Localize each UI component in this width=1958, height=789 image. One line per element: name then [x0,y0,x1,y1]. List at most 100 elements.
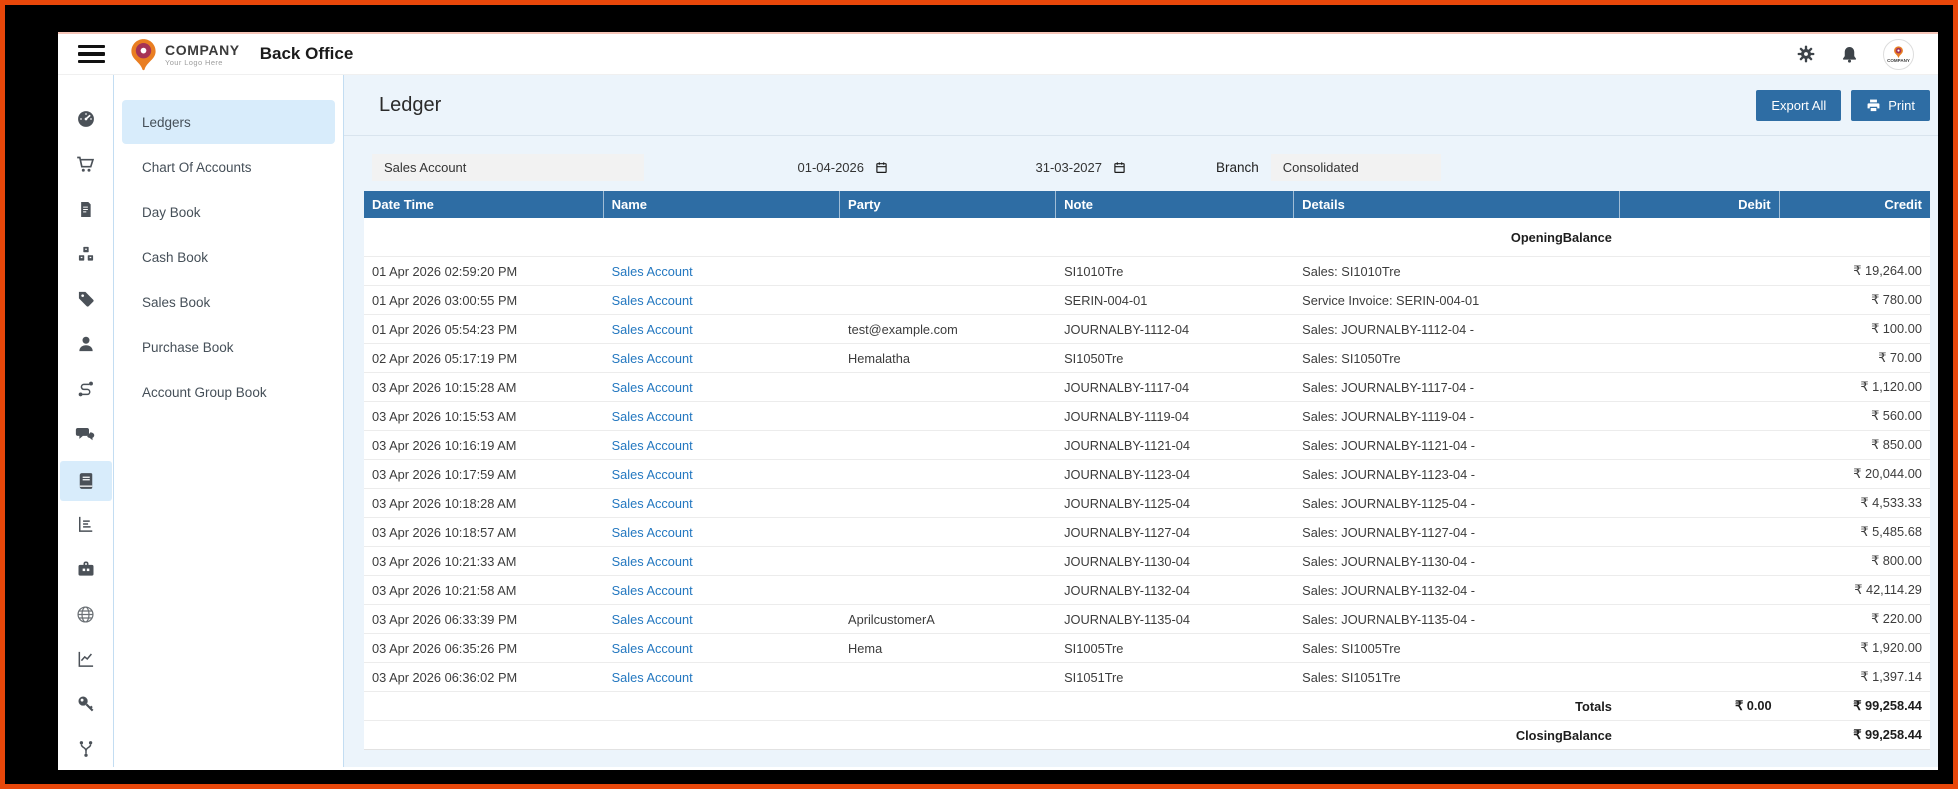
account-link[interactable]: Sales Account [612,351,693,366]
cell-datetime: 03 Apr 2026 10:16:19 AM [372,437,517,453]
opening-balance-row: OpeningBalance [364,218,1930,257]
account-link[interactable]: Sales Account [612,583,693,598]
app-window: COMPANY Your Logo Here Back Office COMPA… [58,32,1938,770]
sidebar-item-day-book[interactable]: Day Book [122,190,335,234]
rail-invoices[interactable] [63,191,109,227]
account-link[interactable]: Sales Account [612,641,693,656]
cell-name: Sales Account [604,641,840,656]
ledger-table: Date Time Name Party Note Details Debit … [364,191,1930,750]
hamburger-menu-icon[interactable] [78,41,105,68]
cell-name: Sales Account [604,467,840,482]
column-header-party[interactable]: Party [840,191,1057,218]
user-avatar[interactable]: COMPANY [1883,38,1914,70]
tag-icon [78,291,94,307]
cell-credit: ₹ 19,264.00 [1853,263,1922,278]
cell-name: Sales Account [604,322,840,337]
rail-access[interactable] [63,686,109,722]
column-header-credit[interactable]: Credit [1780,191,1930,218]
cell-note: JOURNALBY-1123-04 [1064,466,1191,482]
cell-credit: ₹ 1,920.00 [1860,640,1922,655]
sidebar-item-label: Sales Book [142,294,211,310]
cell-note: SI1051Tre [1064,669,1124,685]
sidebar-item-cash-book[interactable]: Cash Book [122,235,335,279]
sidebar-item-label: Account Group Book [142,384,267,400]
account-link[interactable]: Sales Account [612,293,693,308]
column-header-datetime[interactable]: Date Time [364,191,604,218]
cell-credit: ₹ 42,114.29 [1854,582,1922,597]
account-link[interactable]: Sales Account [612,264,693,279]
calendar-icon[interactable] [1113,161,1126,174]
account-link[interactable]: Sales Account [612,467,693,482]
export-all-button[interactable]: Export All [1756,89,1842,121]
column-header-name[interactable]: Name [604,191,841,218]
cell-datetime: 03 Apr 2026 10:15:53 AM [372,408,517,424]
table-row: 03 Apr 2026 10:21:58 AM Sales Account JO… [364,576,1930,605]
cell-details: Sales: SI1005Tre [1302,640,1401,656]
closing-balance-credit: ₹ 99,258.44 [1853,727,1922,742]
calendar-icon[interactable] [875,161,888,174]
cell-party: Hema [848,640,883,656]
sidebar-menu: Ledgers Chart Of Accounts Day Book Cash … [114,75,344,767]
account-link[interactable]: Sales Account [612,612,693,627]
rail-web[interactable] [63,596,109,632]
column-header-debit[interactable]: Debit [1620,191,1780,218]
account-link[interactable]: Sales Account [612,554,693,569]
account-link[interactable]: Sales Account [612,525,693,540]
sidebar-item-purchase-book[interactable]: Purchase Book [122,325,335,369]
print-button[interactable]: Print [1851,89,1930,121]
rail-integrations[interactable] [63,731,109,767]
cell-note: SI1010Tre [1064,263,1124,279]
sidebar-item-sales-book[interactable]: Sales Book [122,280,335,324]
brand-name: COMPANY [165,41,240,58]
rail-customers[interactable] [63,326,109,362]
cell-datetime: 03 Apr 2026 06:36:02 PM [372,669,518,685]
table-row: 03 Apr 2026 06:33:39 PM Sales Account Ap… [364,605,1930,634]
cell-datetime: 03 Apr 2026 10:18:57 AM [372,524,517,540]
cell-details: Service Invoice: SERIN-004-01 [1302,292,1480,308]
rail-pricing[interactable] [63,281,109,317]
rail-messages[interactable] [63,416,109,452]
table-row: 03 Apr 2026 06:35:26 PM Sales Account He… [364,634,1930,663]
cell-credit: ₹ 1,397.14 [1860,669,1922,684]
account-filter-input[interactable]: Sales Account [372,154,644,181]
sidebar-item-chart-of-accounts[interactable]: Chart Of Accounts [122,145,335,189]
cell-details: Sales: JOURNALBY-1127-04 - [1302,524,1476,540]
sidebar-item-account-group-book[interactable]: Account Group Book [122,370,335,414]
account-link[interactable]: Sales Account [612,438,693,453]
account-link[interactable]: Sales Account [612,670,693,685]
date-to-input[interactable]: 31-03-2027 [976,160,1126,175]
account-link[interactable]: Sales Account [612,380,693,395]
date-from-input[interactable]: 01-04-2026 [738,160,888,175]
cell-datetime: 01 Apr 2026 02:59:20 PM [372,263,518,279]
printer-icon [1867,99,1880,112]
column-header-note[interactable]: Note [1056,191,1295,218]
account-link[interactable]: Sales Account [612,409,693,424]
ledger-book-icon [79,473,92,489]
table-header-row: Date Time Name Party Note Details Debit … [364,191,1930,218]
cell-details: Sales: JOURNALBY-1130-04 - [1302,553,1476,569]
filter-bar: Sales Account 01-04-2026 31-03-2027 Bran… [372,154,1930,181]
date-from-value: 01-04-2026 [797,160,865,175]
key-icon [78,696,93,712]
account-link[interactable]: Sales Account [612,322,693,337]
rail-analytics[interactable] [63,641,109,677]
settings-gear-icon[interactable] [1796,44,1816,64]
rail-routes[interactable] [63,371,109,407]
cell-credit: ₹ 20,044.00 [1853,466,1922,481]
rail-sales[interactable] [63,146,109,182]
sidebar-item-ledgers[interactable]: Ledgers [122,100,335,144]
notifications-bell-icon[interactable] [1840,45,1859,64]
rail-ledger-books[interactable] [59,461,112,501]
cell-datetime: 03 Apr 2026 10:21:33 AM [372,553,517,569]
top-bar: COMPANY Your Logo Here Back Office COMPA… [58,32,1938,75]
rail-business[interactable] [63,551,109,587]
branch-filter-input[interactable]: Consolidated [1270,154,1441,181]
rail-dashboard[interactable] [63,101,109,137]
rail-inventory[interactable] [63,236,109,272]
cell-party: AprilcustomerA [848,611,935,627]
table-row: 03 Apr 2026 06:36:02 PM Sales Account SI… [364,663,1930,692]
bar-chart-icon [78,516,92,532]
rail-reports[interactable] [63,506,109,542]
column-header-details[interactable]: Details [1294,191,1620,218]
account-link[interactable]: Sales Account [612,496,693,511]
